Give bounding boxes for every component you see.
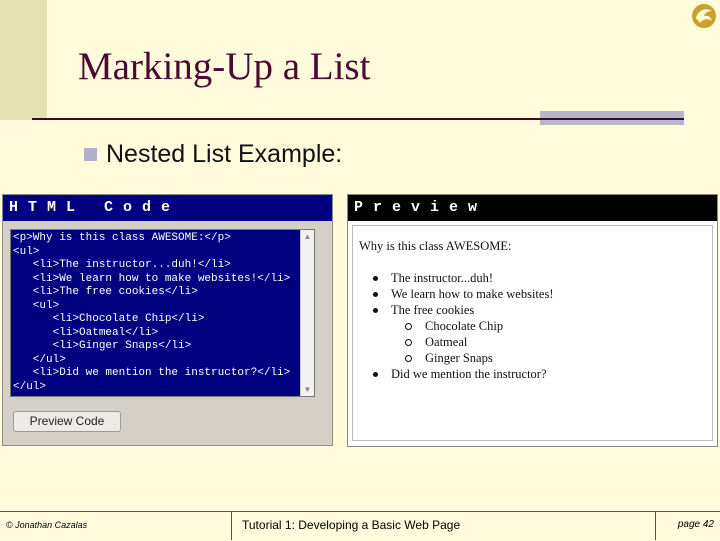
preview-code-button[interactable]: Preview Code xyxy=(13,411,121,432)
code-line: <li>Ginger Snaps</li> xyxy=(13,340,192,352)
scroll-up-icon[interactable]: ▲ xyxy=(301,230,314,243)
html-code-panel: HTML Code <p>Why is this class AWESOME:<… xyxy=(2,194,333,446)
list-item-text: We learn how to make websites! xyxy=(391,287,554,301)
preview-paragraph: Why is this class AWESOME: xyxy=(359,239,512,253)
scroll-down-icon[interactable]: ▼ xyxy=(301,383,314,396)
disc-bullet-icon xyxy=(373,308,378,313)
circle-bullet-icon xyxy=(405,323,412,330)
bullet-text: Nested List Example: xyxy=(106,139,343,168)
code-line: <li>Did we mention the instructor?</li> xyxy=(13,367,291,379)
html-code-header: HTML Code xyxy=(3,195,332,221)
footer-page-number: page 42 xyxy=(677,519,714,530)
list-item: We learn how to make websites! xyxy=(367,286,553,302)
nested-list-item: Oatmeal xyxy=(367,334,553,350)
list-item-text: Ginger Snaps xyxy=(425,351,493,365)
code-editor[interactable]: <p>Why is this class AWESOME:</p> <ul> <… xyxy=(10,229,315,397)
disc-bullet-icon xyxy=(373,276,378,281)
ucf-pegasus-logo-icon xyxy=(692,4,716,28)
nested-list-item: Ginger Snaps xyxy=(367,350,553,366)
list-item: Did we mention the instructor? xyxy=(367,366,553,382)
disc-bullet-icon xyxy=(373,292,378,297)
list-item-text: Did we mention the instructor? xyxy=(391,367,547,381)
code-line: </ul> xyxy=(13,353,66,366)
footer-course: Tutorial 1: Developing a Basic Web Page xyxy=(232,512,656,540)
code-line: <li>We learn how to make websites!</li> xyxy=(13,272,291,285)
preview-list: The instructor...duh! We learn how to ma… xyxy=(367,270,553,382)
code-line: <li>Oatmeal</li> xyxy=(13,326,159,339)
code-line: <li>Chocolate Chip</li> xyxy=(13,313,205,325)
code-line: <ul> xyxy=(13,299,60,312)
preview-panel: Preview Why is this class AWESOME: The i… xyxy=(347,194,718,447)
code-line: </ul> xyxy=(13,380,47,393)
list-item-text: The instructor...duh! xyxy=(391,271,494,285)
list-item-text: The free cookies xyxy=(391,303,475,317)
preview-header: Preview xyxy=(348,195,717,221)
footer-author: © Jonathan Cazalas xyxy=(0,512,232,540)
square-bullet-icon xyxy=(84,147,97,161)
list-item-text: Oatmeal xyxy=(425,335,468,349)
code-line: <li>The instructor...duh!</li> xyxy=(13,259,231,271)
list-item-text: Chocolate Chip xyxy=(425,319,504,333)
code-textarea[interactable]: <p>Why is this class AWESOME:</p> <ul> <… xyxy=(13,232,299,392)
title-rule xyxy=(32,118,684,120)
circle-bullet-icon xyxy=(405,355,412,362)
preview-body: Why is this class AWESOME: The instructo… xyxy=(352,225,713,441)
slide-footer: © Jonathan Cazalas Tutorial 1: Developin… xyxy=(0,511,720,541)
code-scrollbar[interactable]: ▲ ▼ xyxy=(300,230,314,396)
disc-bullet-icon xyxy=(373,372,378,377)
bullet-item: Nested List Example: xyxy=(84,139,342,169)
code-line: <ul> xyxy=(13,245,40,258)
nested-list-item: Chocolate Chip xyxy=(367,318,553,334)
code-line: <p>Why is this class AWESOME:</p> xyxy=(13,232,231,244)
list-item: The instructor...duh! xyxy=(367,270,553,286)
circle-bullet-icon xyxy=(405,339,412,346)
slide-title: Marking-Up a List xyxy=(78,45,371,88)
code-line: <li>The free cookies</li> xyxy=(13,286,198,298)
list-item: The free cookies xyxy=(367,302,553,318)
left-accent-bar xyxy=(0,0,47,120)
